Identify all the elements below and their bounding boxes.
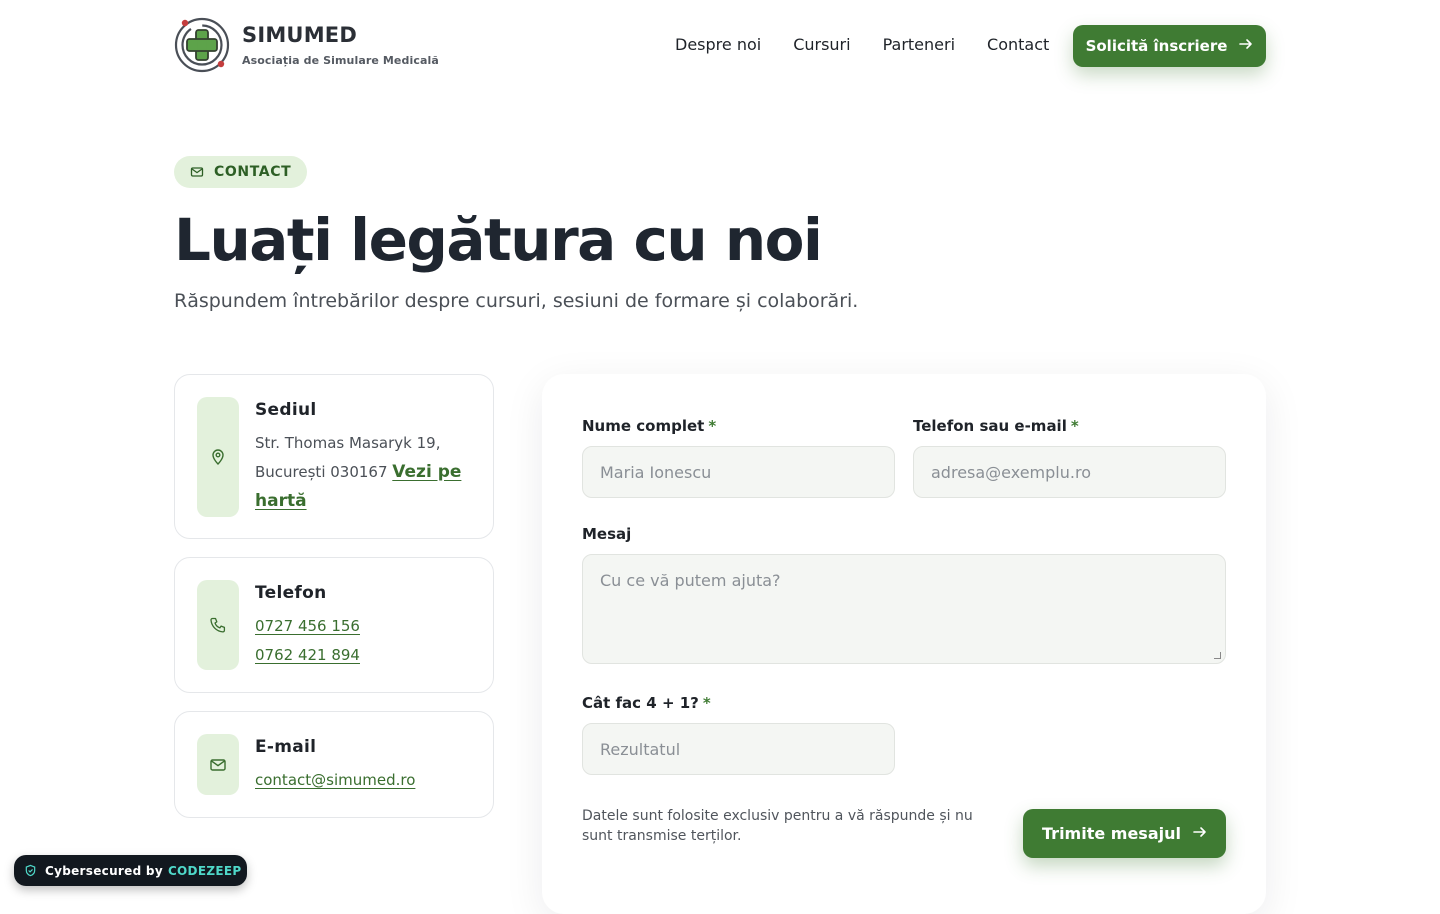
- cybersecured-badge[interactable]: Cybersecured by CODEZEEP: [14, 855, 247, 886]
- phone-icon: [197, 580, 239, 670]
- nav-item-despre-noi[interactable]: Despre noi: [675, 34, 761, 56]
- required-mark: *: [1070, 417, 1079, 435]
- shield-icon: [25, 864, 36, 877]
- office-title: Sediul: [255, 400, 317, 420]
- main-nav: Despre noi Cursuri Parteneri Contact: [675, 34, 1081, 56]
- phone-title: Telefon: [255, 583, 327, 603]
- submit-button-label: Trimite mesajul: [1042, 824, 1181, 843]
- captcha-input[interactable]: Rezultatul: [582, 723, 895, 775]
- logo-title: SIMUMED: [242, 23, 357, 47]
- site-header: SIMUMED Asociația de Simulare Medicală D…: [0, 0, 1440, 92]
- nav-item-cursuri[interactable]: Cursuri: [793, 34, 850, 56]
- contact-label-text: Telefon sau e-mail: [913, 417, 1067, 435]
- address-line-2: București 030167: [255, 463, 388, 481]
- contact-form: Nume complet * Maria Ionescu Telefon sau …: [542, 374, 1266, 914]
- name-label: Nume complet *: [582, 417, 716, 435]
- resize-handle[interactable]: [1214, 652, 1221, 659]
- arrow-right-icon: [1193, 824, 1207, 843]
- name-label-text: Nume complet: [582, 417, 705, 435]
- nav-item-parteneri[interactable]: Parteneri: [883, 34, 955, 56]
- phone-numbers: 0727 456 156 0762 421 894: [255, 612, 470, 670]
- arrow-right-icon: [1239, 37, 1253, 55]
- message-label: Mesaj: [582, 525, 632, 543]
- page-title: Luați legătura cu noi: [174, 206, 823, 274]
- logo-cross-icon: [173, 16, 231, 74]
- address-line-1: Str. Thomas Masaryk 19,: [255, 434, 441, 452]
- enroll-button[interactable]: Solicită înscriere: [1073, 25, 1266, 67]
- page-subtitle: Răspundem întrebărilor despre cursuri, s…: [174, 290, 859, 312]
- name-input[interactable]: Maria Ionescu: [582, 446, 895, 498]
- phone-link-2[interactable]: 0762 421 894: [255, 646, 360, 664]
- phone-link-1[interactable]: 0727 456 156: [255, 617, 360, 635]
- contact-badge: CONTACT: [174, 156, 308, 188]
- email-title: E-mail: [255, 737, 317, 757]
- office-card: Sediul Str. Thomas Masaryk 19, București…: [174, 374, 494, 539]
- captcha-label-text: Cât fac 4 + 1?: [582, 694, 699, 712]
- logo-subtitle: Asociația de Simulare Medicală: [242, 54, 439, 67]
- mail-icon: [190, 165, 204, 179]
- message-placeholder: Cu ce vă putem ajuta?: [600, 571, 781, 590]
- submit-button[interactable]: Trimite mesajul: [1023, 809, 1226, 858]
- privacy-note: Datele sunt folosite exclusiv pentru a v…: [582, 808, 973, 844]
- office-address: Str. Thomas Masaryk 19, București 030167…: [255, 429, 470, 516]
- secured-brand: CODEZEEP: [167, 863, 242, 878]
- nav-item-contact[interactable]: Contact: [987, 34, 1049, 56]
- contact-input[interactable]: adresa@exemplu.ro: [913, 446, 1226, 498]
- required-mark: *: [702, 694, 711, 712]
- contact-label: Telefon sau e-mail *: [913, 417, 1079, 435]
- mail-icon: [197, 734, 239, 795]
- secured-prefix: Cybersecured by: [45, 863, 163, 878]
- phone-card: Telefon 0727 456 156 0762 421 894: [174, 557, 494, 693]
- captcha-label: Cât fac 4 + 1? *: [582, 694, 711, 712]
- email-address: contact@simumed.ro: [255, 766, 470, 795]
- email-card: E-mail contact@simumed.ro: [174, 711, 494, 818]
- email-link[interactable]: contact@simumed.ro: [255, 771, 415, 789]
- logo-link[interactable]: SIMUMED Asociația de Simulare Medicală: [173, 16, 439, 74]
- enroll-button-label: Solicită înscriere: [1085, 37, 1228, 55]
- required-mark: *: [708, 417, 717, 435]
- location-pin-icon: [197, 397, 239, 517]
- message-textarea[interactable]: Cu ce vă putem ajuta?: [582, 554, 1226, 664]
- badge-label: CONTACT: [214, 164, 292, 180]
